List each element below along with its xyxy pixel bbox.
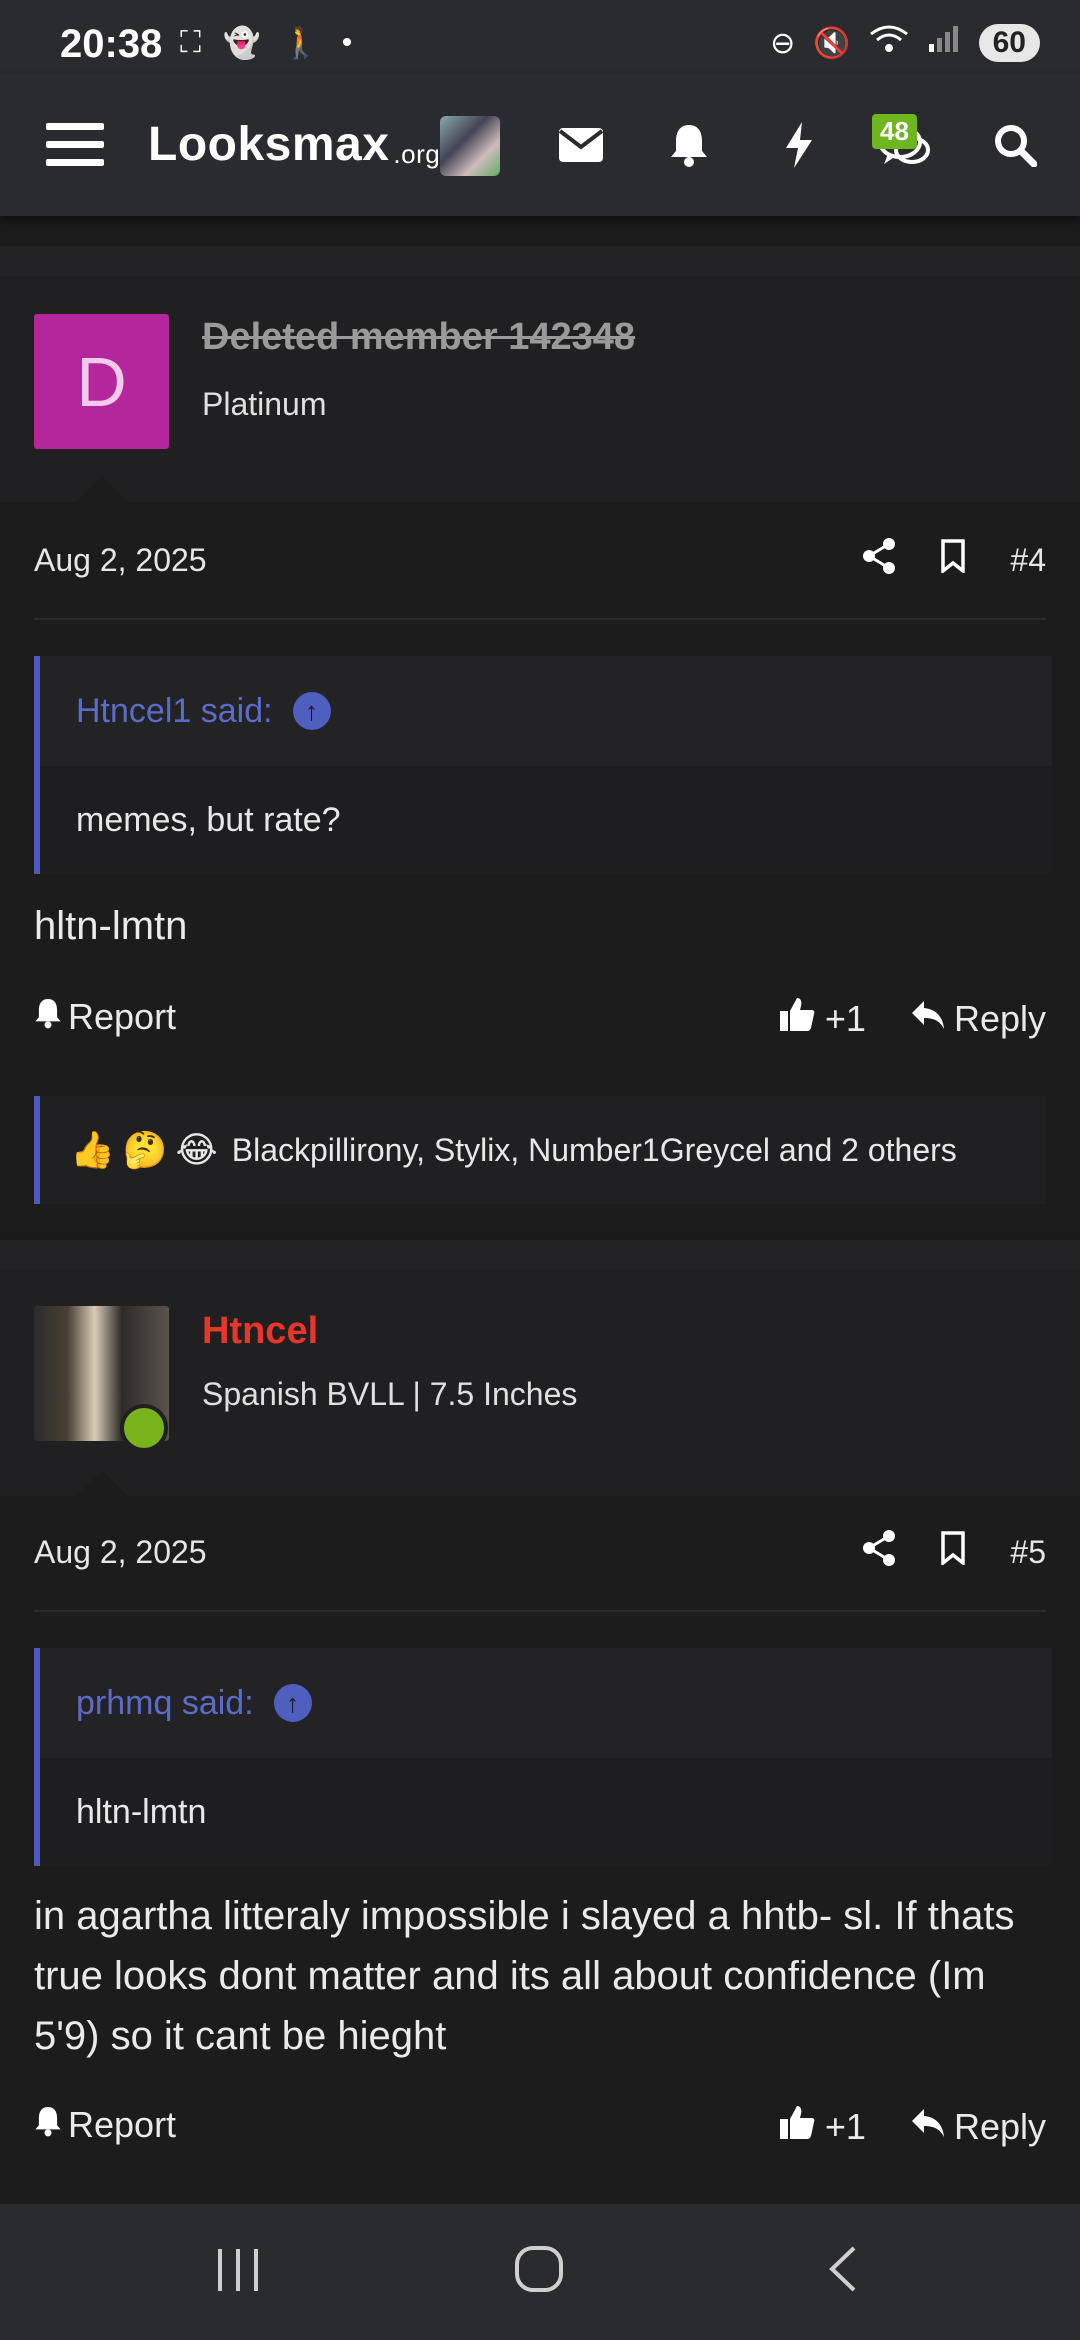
share-icon[interactable] (862, 538, 896, 582)
report-button[interactable]: Report (34, 2104, 176, 2146)
quote-text: memes, but rate? (40, 766, 1052, 874)
reactions-bar[interactable]: 👍 🤔 😂 Blackpillirony, Stylix, Number1Gre… (34, 1096, 1046, 1204)
wifi-icon (869, 24, 909, 62)
report-label: Report (68, 996, 177, 1037)
bell-icon (34, 996, 62, 1038)
post-actions: Report +1 Reply (34, 2104, 1046, 2164)
user-title: Platinum (202, 386, 327, 422)
quote-header[interactable]: Htncel1 said: ↑ (40, 656, 1052, 766)
bookmark-icon[interactable] (940, 1531, 966, 1573)
quote-block: prhmq said: ↑ hltn-lmtn (34, 1648, 1052, 1866)
snapchat-icon: 👻 (223, 27, 261, 60)
header-pointer (76, 1470, 128, 1496)
logo-suffix: .org (393, 138, 441, 169)
post-meta-actions: #5 (862, 1530, 1046, 1574)
post-5-header: Htncel Spanish BVLL | 7.5 Inches (0, 1270, 1080, 1496)
bookmark-icon[interactable] (940, 539, 966, 581)
divider (34, 1610, 1046, 1612)
online-status-icon (120, 1404, 168, 1452)
username[interactable]: Htncel (202, 1310, 318, 1353)
post-date[interactable]: Aug 2, 2025 (34, 542, 207, 579)
bell-icon[interactable] (664, 74, 714, 216)
arrow-up-icon[interactable]: ↑ (273, 1684, 312, 1722)
user-title: Spanish BVLL | 7.5 Inches (202, 1376, 578, 1412)
reply-arrow-icon (910, 998, 946, 1040)
like-button[interactable]: +1 (779, 2104, 866, 2149)
dnd-icon: ⊖ (770, 26, 796, 60)
bell-icon (34, 2104, 62, 2146)
post-actions: Report +1 Reply (34, 996, 1046, 1056)
status-time: 20:38 (60, 22, 163, 66)
dot-icon: • (341, 26, 353, 59)
recent-apps-icon[interactable] (214, 2244, 262, 2306)
status-bar: 20:38 ⛶ 👻 🚶 • ⊖ 🔇 60 (0, 0, 1080, 74)
quote-header[interactable]: prhmq said: ↑ (40, 1648, 1052, 1758)
username[interactable]: Deleted member 142348 (202, 316, 635, 359)
status-left-icons: ⛶ 👻 🚶 • (180, 26, 352, 61)
quote-text: hltn-lmtn (40, 1758, 1052, 1866)
avatar[interactable]: D (34, 314, 169, 449)
user-avatar[interactable] (440, 116, 500, 176)
quote-block: Htncel1 said: ↑ memes, but rate? (34, 656, 1052, 874)
screenshot-icon: ⛶ (180, 26, 201, 59)
thinking-reaction-icon: 🤔 (122, 1129, 168, 1170)
chat-badge: 48 (872, 114, 917, 149)
laughing-reaction-icon: 😂 (175, 1129, 218, 1170)
divider (34, 618, 1046, 620)
message-text: hltn-lmtn (34, 904, 188, 948)
like-button[interactable]: +1 (779, 996, 866, 1041)
message-text: in agartha litteraly impossible i slayed… (34, 1894, 1015, 2058)
top-navbar: Looksmax .org 48 (0, 74, 1080, 216)
post-5-body: Aug 2, 2025 #5 prhmq said: ↑ hltn-lmtn i… (0, 1496, 1080, 2204)
hamburger-icon[interactable] (40, 74, 110, 216)
signal-icon (927, 24, 961, 62)
post-number[interactable]: #4 (1010, 542, 1046, 579)
envelope-icon[interactable] (556, 74, 606, 216)
report-button[interactable]: Report (34, 996, 176, 1038)
post-4-header: D Deleted member 142348 Platinum (0, 276, 1080, 502)
post-meta-actions: #4 (862, 538, 1046, 582)
reply-arrow-icon (910, 2106, 946, 2148)
search-icon[interactable] (990, 74, 1040, 216)
arrow-up-icon[interactable]: ↑ (292, 692, 331, 730)
thumbs-up-icon (779, 2104, 815, 2149)
avatar-letter: D (76, 342, 127, 421)
reply-button[interactable]: Reply (910, 2106, 1046, 2148)
post-4-body: Aug 2, 2025 #4 Htncel1 said: ↑ memes, bu… (0, 502, 1080, 1236)
site-logo[interactable]: Looksmax .org (148, 114, 440, 174)
lightning-icon[interactable] (774, 74, 824, 216)
post-number[interactable]: #5 (1010, 1534, 1046, 1571)
post-date[interactable]: Aug 2, 2025 (34, 1534, 207, 1571)
post-actions-right: +1 Reply (779, 2104, 1046, 2149)
quote-author: Htncel1 said: (76, 691, 273, 730)
like-count: +1 (824, 997, 866, 1039)
like-count: +1 (824, 2105, 866, 2147)
system-nav-bar (0, 2204, 1080, 2340)
walking-icon: 🚶 (282, 27, 320, 60)
back-icon[interactable] (826, 2244, 860, 2307)
logo-text: Looksmax (148, 117, 390, 171)
thumbs-up-icon (779, 996, 815, 1041)
reply-label: Reply (953, 2105, 1046, 2147)
home-icon[interactable] (514, 2244, 564, 2306)
post-separator (0, 246, 1080, 276)
quote-author: prhmq said: (76, 1683, 254, 1722)
header-pointer (76, 476, 128, 502)
report-label: Report (68, 2104, 177, 2145)
reply-button[interactable]: Reply (910, 998, 1046, 1040)
mute-icon: 🔇 (813, 26, 851, 60)
share-icon[interactable] (862, 1530, 896, 1574)
battery-indicator: 60 (978, 24, 1040, 62)
post-separator (0, 1240, 1080, 1270)
status-right-icons: ⊖ 🔇 60 (770, 24, 1040, 62)
reply-label: Reply (953, 997, 1046, 1039)
post-actions-right: +1 Reply (779, 996, 1046, 1041)
reactions-text: Blackpillirony, Stylix, Number1Greycel a… (231, 1131, 957, 1168)
like-reaction-icon: 👍 (70, 1129, 115, 1170)
